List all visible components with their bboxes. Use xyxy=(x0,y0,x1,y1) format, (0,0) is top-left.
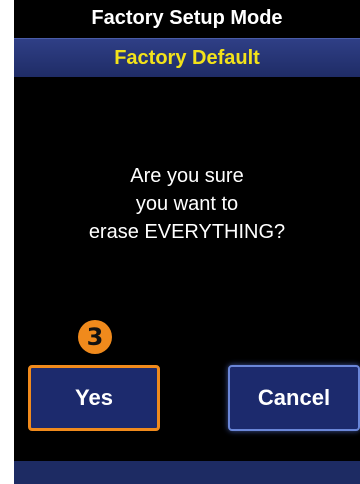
yes-button[interactable]: Yes xyxy=(28,365,160,431)
bottom-status-bar xyxy=(14,461,360,484)
confirmation-message: Are you sure you want to erase EVERYTHIN… xyxy=(88,165,286,243)
screen-title: Factory Setup Mode xyxy=(14,0,360,36)
step-number-badge: 3 xyxy=(78,320,112,354)
device-screen: Factory Setup Mode Factory Default Are y… xyxy=(14,0,360,484)
screen-subtitle: Factory Default xyxy=(14,38,360,77)
cancel-button[interactable]: Cancel xyxy=(228,365,360,431)
